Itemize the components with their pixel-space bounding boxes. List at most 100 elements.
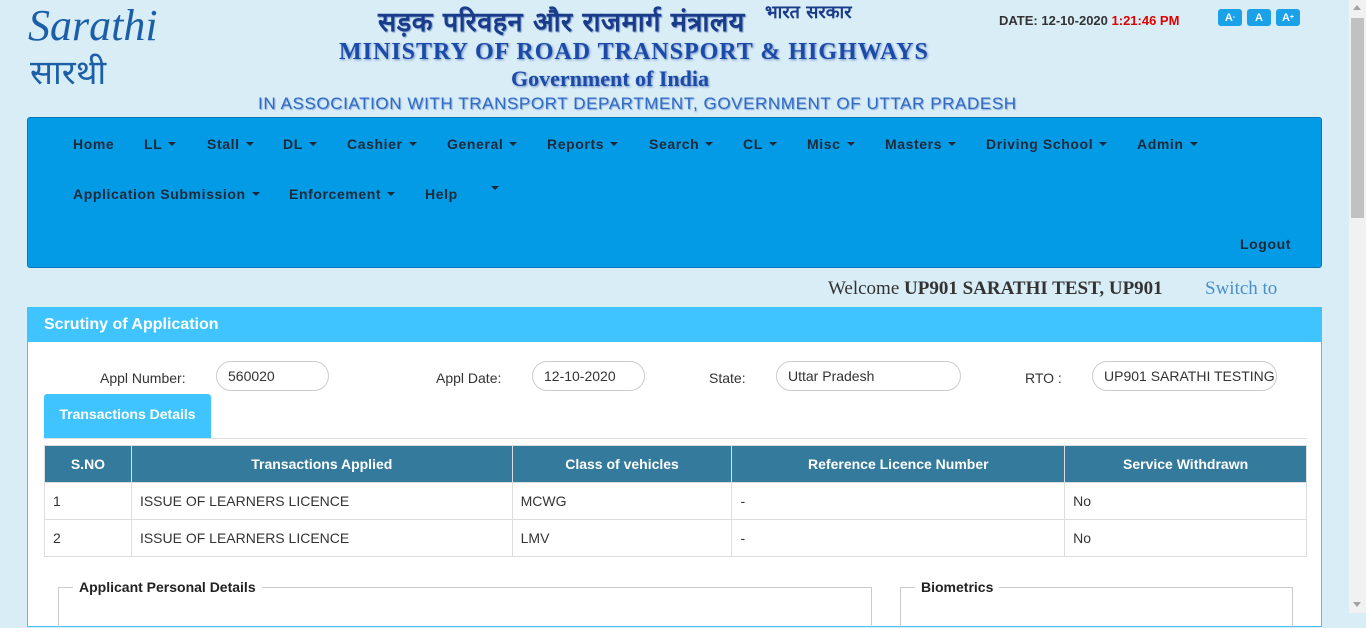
ministry-title: MINISTRY OF ROAD TRANSPORT & HIGHWAYS [339,39,929,65]
appl-date-field[interactable]: 12-10-2020 [532,361,645,391]
nav-general-label: General [447,136,504,152]
nav-stall-label: Stall [207,136,240,152]
chevron-down-icon [948,142,957,146]
chevron-down-icon [308,142,317,146]
date-value: 12-10-2020 [1041,13,1108,28]
table-cell: No [1064,519,1307,557]
table-cell: - [731,482,1066,520]
nav-misc-label: Misc [807,136,841,152]
biometrics-legend: Biometrics [915,579,1000,595]
nav-driving-school[interactable]: Driving School [986,136,1108,152]
scroll-down-icon[interactable] [1353,602,1361,607]
nav-admin-label: Admin [1137,136,1184,152]
nav-enforcement[interactable]: Enforcement [289,186,396,202]
table-cell: 1 [44,482,132,520]
sarathi-logo: Sarathi सारथी [26,1,161,93]
time-value: 1:21:46 PM [1111,13,1180,28]
welcome-prefix: Welcome [828,278,900,299]
scrutiny-panel: Scrutiny of Application Appl Number: 560… [27,307,1322,628]
table-cell: LMV [511,519,733,557]
nav-enforcement-label: Enforcement [289,186,382,202]
font-decrease-button[interactable]: A- [1218,9,1242,26]
nav-cashier-label: Cashier [347,136,403,152]
tab-transactions-details[interactable]: Transactions Details [44,394,211,438]
chevron-down-icon [251,192,260,196]
font-increase-sign: + [1289,14,1295,21]
nav-search[interactable]: Search [649,136,714,152]
font-size-controls: A- A A + [1218,9,1300,26]
column-header: Class of vehicles [511,445,733,483]
chevron-down-icon [1099,142,1108,146]
scroll-up-icon[interactable] [1353,5,1361,10]
table-header-row: S.NO Transactions Applied Class of vehic… [44,445,1307,483]
nav-ll[interactable]: LL [144,136,177,152]
nav-ll-label: LL [144,136,163,152]
nav-reports-label: Reports [547,136,605,152]
nav-misc[interactable]: Misc [807,136,855,152]
state-label: State: [709,370,746,386]
font-decrease-sign: - [1232,14,1236,21]
font-reset-button[interactable]: A [1247,9,1271,26]
chevron-down-icon [387,192,396,196]
nav-application-submission-label: Application Submission [73,186,246,202]
nav-search-label: Search [649,136,700,152]
nav-application-submission[interactable]: Application Submission [73,186,260,202]
switch-to-link[interactable]: Switch to [1205,278,1277,300]
nav-driving-school-label: Driving School [986,136,1094,152]
nav-masters-label: Masters [885,136,943,152]
column-header: Service Withdrawn [1064,445,1307,483]
appl-number-field[interactable]: 560020 [216,361,329,391]
page-scrollbar[interactable] [1349,0,1366,613]
chevron-down-icon [610,142,619,146]
table-cell: ISSUE OF LEARNERS LICENCE [130,519,513,557]
nav-masters[interactable]: Masters [885,136,957,152]
column-header: S.NO [44,445,132,483]
association-text: IN ASSOCIATION WITH TRANSPORT DEPARTMENT… [258,94,1017,113]
nav-reports[interactable]: Reports [547,136,619,152]
nav-help-label: Help [425,186,458,202]
chevron-down-icon [408,142,417,146]
hindi-ministry-title: सड़क परिवहन और राजमार्ग मंत्रालय [378,7,745,38]
logo-text-hi: सारथी [30,53,107,92]
nav-help[interactable]: Help [425,186,458,202]
table-cell: 2 [44,519,132,557]
table-row: 2 ISSUE OF LEARNERS LICENCE LMV - No [44,519,1307,557]
chevron-down-icon [491,186,499,190]
main-navbar: Home LL Stall DL Cashier General Reports… [27,117,1322,268]
table-cell: MCWG [511,482,733,520]
transactions-table: S.NO Transactions Applied Class of vehic… [44,445,1307,557]
font-increase-button[interactable]: A + [1276,9,1300,26]
tab-divider [44,438,1307,439]
nav-general[interactable]: General [447,136,518,152]
date-label: DATE: [999,13,1038,28]
nav-dl[interactable]: DL [283,136,317,152]
table-row: 1 ISSUE OF LEARNERS LICENCE MCWG - No [44,482,1307,520]
nav-home[interactable]: Home [73,136,114,152]
table-cell: No [1064,482,1307,520]
nav-cashier[interactable]: Cashier [347,136,417,152]
nav-cl[interactable]: CL [743,136,777,152]
date-display: DATE: 12-10-2020 1:21:46 PM [999,13,1179,28]
chevron-down-icon [509,142,518,146]
chevron-down-icon [168,142,177,146]
nav-stall[interactable]: Stall [207,136,254,152]
rto-label: RTO : [1025,370,1062,386]
welcome-message: Welcome UP901 SARATHI TEST, UP901 [828,278,1163,300]
appl-date-label: Appl Date: [436,370,502,386]
nav-admin[interactable]: Admin [1137,136,1198,152]
rto-field[interactable]: UP901 SARATHI TESTING [1092,361,1277,391]
scrollbar-thumb[interactable] [1351,18,1364,218]
chevron-down-icon [768,142,777,146]
chevron-down-icon [1189,142,1198,146]
table-cell: ISSUE OF LEARNERS LICENCE [130,482,513,520]
personal-details-legend: Applicant Personal Details [73,579,262,595]
government-title: Government of India [511,66,709,91]
table-cell: - [731,519,1066,557]
appl-number-label: Appl Number: [100,370,186,386]
nav-more-dropdown[interactable] [491,186,499,190]
logo-text-en: Sarathi [28,2,158,50]
welcome-user: UP901 SARATHI TEST, UP901 [904,278,1163,299]
state-field[interactable]: Uttar Pradesh [776,361,961,391]
logout-link[interactable]: Logout [1240,236,1291,252]
chevron-down-icon [705,142,714,146]
